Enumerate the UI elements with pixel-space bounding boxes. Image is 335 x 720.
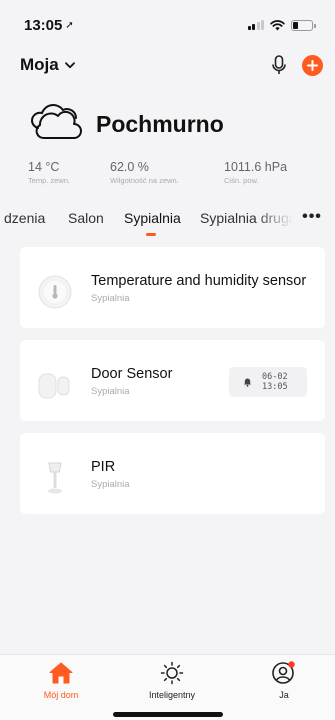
stat-label: Ciśn. pow.: [224, 176, 259, 185]
nav-smart[interactable]: Inteligentny: [127, 659, 217, 700]
more-tabs-button[interactable]: •••: [299, 208, 325, 226]
device-card[interactable]: PIR Sypialnia: [20, 433, 325, 514]
device-name: PIR: [91, 459, 116, 475]
chevron-down-icon: [64, 61, 75, 68]
thermometer-sensor-icon: [38, 275, 72, 309]
room-tabs: dzenia Salon Sypialnia Sypialnia druga •…: [0, 206, 335, 238]
cloud-icon: [31, 104, 82, 139]
device-name: Door Sensor: [91, 366, 173, 382]
home-name: Moja: [20, 55, 59, 74]
tabs-fade: [255, 206, 300, 238]
home-icon: [49, 662, 73, 684]
sun-icon: [160, 661, 184, 685]
active-tab-indicator: [146, 233, 156, 236]
bell-icon: [244, 378, 251, 387]
device-card[interactable]: Door Sensor Sypialnia 06-02 13:05: [20, 340, 325, 421]
nav-label: Ja: [279, 690, 289, 700]
nav-home[interactable]: Mój dom: [16, 659, 106, 700]
last-alert-badge[interactable]: 06-02 13:05: [229, 367, 307, 397]
alert-date: 06-02: [262, 372, 288, 382]
location-arrow-icon: ➚: [65, 19, 74, 31]
profile-icon: [272, 661, 295, 684]
weather-summary: Pochmurno: [30, 104, 224, 144]
device-name: Temperature and humidity sensor: [91, 273, 307, 289]
stat-value: 62.0 %: [110, 160, 149, 174]
stat-value: 1011.6 hPa: [224, 160, 288, 174]
stat-value: 14 °C: [28, 160, 60, 174]
bottom-navigation: Mój dom Inteligentny Ja: [0, 654, 335, 720]
weather-stats: 14 °C Temp. zewn. 62.0 % Wilgotność na z…: [0, 160, 335, 190]
status-icons: [247, 19, 316, 31]
nav-label: Inteligentny: [148, 690, 196, 700]
alert-time: 13:05: [262, 382, 288, 392]
wifi-icon: [270, 19, 285, 30]
device-room: Sypialnia: [91, 479, 130, 490]
home-indicator: [113, 712, 223, 717]
status-time: 13:05 ➚: [24, 17, 74, 34]
stat-label: Wilgotność na zewn.: [110, 176, 179, 185]
nav-label: Mój dom: [43, 690, 79, 700]
alert-datetime: 06-02 13:05: [262, 372, 288, 392]
weather-condition: Pochmurno: [96, 110, 224, 137]
air-pressure: 1011.6 hPa Ciśn. pow.: [224, 160, 287, 185]
outdoor-humidity: 62.0 % Wilgotność na zewn.: [110, 160, 179, 185]
plus-icon: [307, 59, 318, 71]
app-header: Moja: [0, 50, 335, 80]
tab-wszystkie-urzadzenia[interactable]: dzenia: [4, 210, 45, 226]
door-sensor-icon: [38, 373, 70, 399]
stat-label: Temp. zewn.: [28, 176, 71, 185]
status-bar: 13:05 ➚: [0, 0, 335, 50]
nav-me[interactable]: Ja: [239, 659, 329, 700]
microphone-icon[interactable]: [272, 55, 286, 75]
device-room: Sypialnia: [91, 386, 130, 397]
battery-icon: [291, 19, 316, 31]
home-selector[interactable]: Moja: [20, 55, 75, 75]
tab-salon[interactable]: Salon: [68, 210, 104, 226]
device-card[interactable]: Temperature and humidity sensor Sypialni…: [20, 247, 325, 328]
outdoor-temperature: 14 °C Temp. zewn.: [28, 160, 70, 185]
add-device-button[interactable]: [302, 54, 323, 76]
header-actions: [272, 54, 323, 76]
pir-sensor-icon: [48, 462, 62, 494]
clock-text: 13:05: [24, 16, 63, 34]
cellular-signal-icon: [247, 20, 264, 30]
device-room: Sypialnia: [91, 293, 130, 304]
tab-sypialnia[interactable]: Sypialnia: [124, 210, 181, 226]
